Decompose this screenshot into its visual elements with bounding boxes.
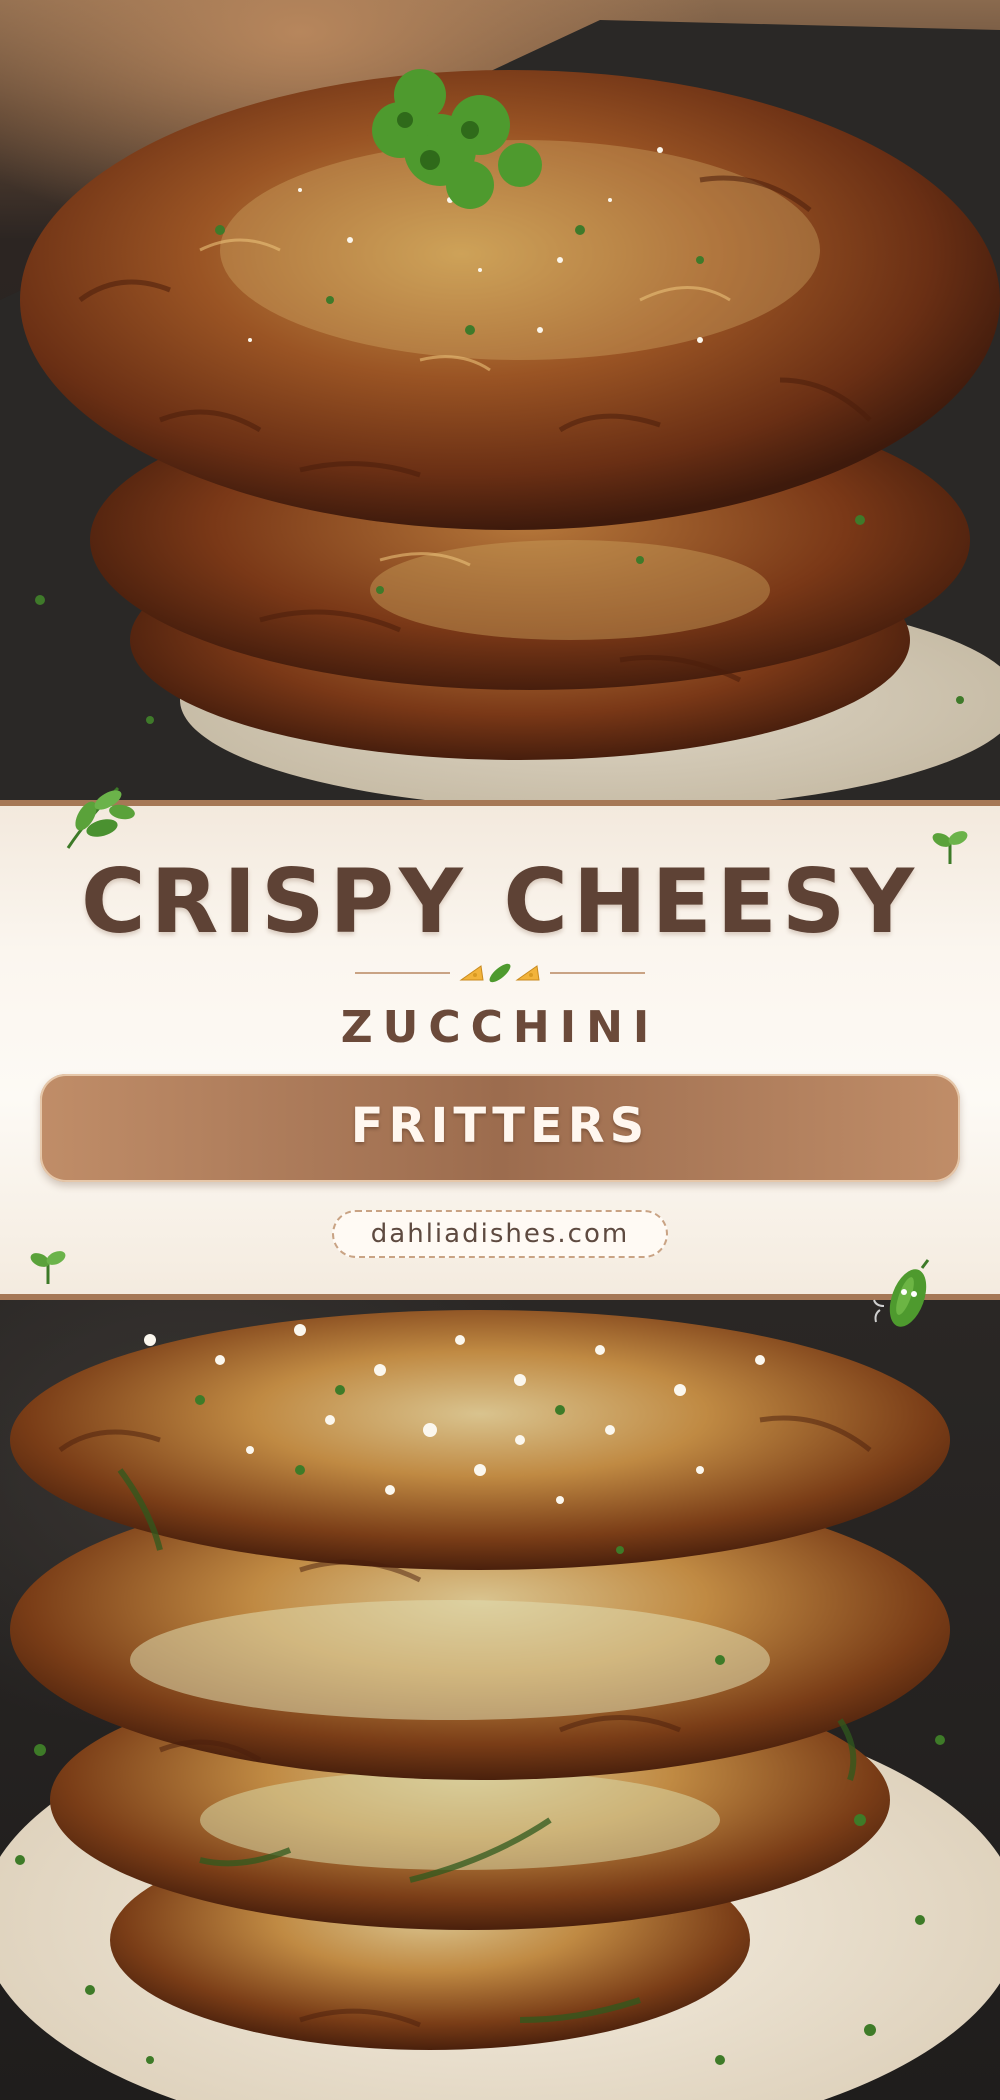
bottom-food-photo	[0, 1300, 1000, 2100]
title-line-3: FRITTERS	[350, 1098, 650, 1154]
cheese-icon	[459, 965, 484, 981]
title-band: CRISPY CHEESY ZUCCHINI FRITTERS dahliadi…	[0, 786, 1000, 1300]
title-pill: FRITTERS	[40, 1074, 960, 1182]
title-divider	[355, 958, 645, 988]
title-line-2: ZUCCHINI	[340, 1002, 660, 1053]
cheese-icon	[515, 965, 540, 981]
zucchini-character-icon	[873, 1259, 930, 1327]
title-line-1: CRISPY CHEESY	[81, 850, 919, 953]
zucchini-icon	[489, 963, 511, 983]
recipe-pin: CRISPY CHEESY ZUCCHINI FRITTERS dahliadi…	[0, 0, 1000, 2100]
top-food-photo	[0, 0, 1000, 800]
leaf-sprig-icon	[66, 786, 135, 849]
website-link[interactable]: dahliadishes.com	[332, 1210, 668, 1258]
seedling-icon	[30, 1251, 66, 1284]
